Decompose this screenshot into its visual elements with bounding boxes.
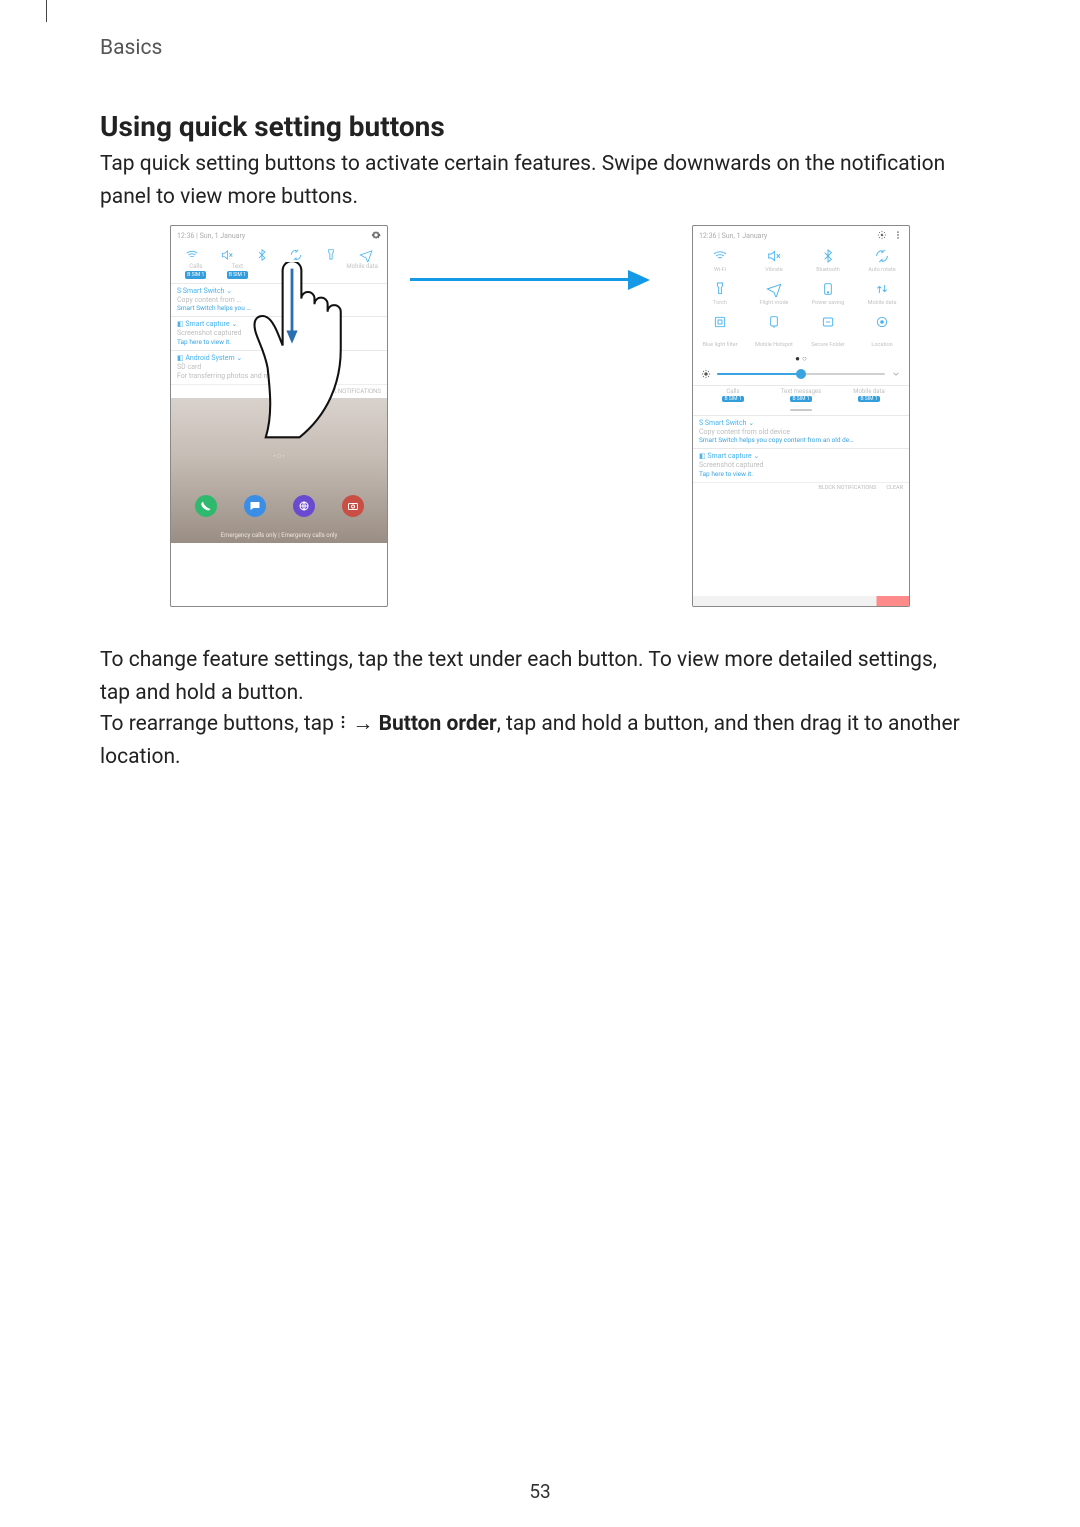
notification-smart-capture[interactable]: ◧ Smart capture ⌄ Screenshot captured Ta… [171, 317, 387, 350]
wifi-icon[interactable] [185, 248, 199, 262]
power-saving-toggle-icon[interactable] [820, 291, 836, 299]
heading-using-quick-settings: Using quick setting buttons [100, 110, 445, 143]
bluetooth-icon[interactable] [255, 248, 269, 262]
block-notifications-link[interactable]: BLOCK NOTIFICATIONS [818, 485, 876, 491]
paragraph-intro: Tap quick setting buttons to activate ce… [100, 148, 970, 213]
mobile-data-toggle-icon[interactable] [874, 291, 890, 299]
more-options-icon[interactable] [893, 230, 903, 242]
sound-mute-icon[interactable] [220, 248, 234, 262]
notification-smart-capture[interactable]: ◧ Smart capture ⌄ Screenshot captured Ta… [693, 449, 909, 482]
settings-gear-icon[interactable] [877, 230, 887, 242]
sim-panel-handle[interactable] [693, 405, 909, 415]
flight-mode-toggle-icon[interactable] [766, 291, 782, 299]
bluetooth-toggle-icon[interactable] [820, 258, 836, 266]
emergency-calls-label: Emergency calls only | Emergency calls o… [171, 532, 387, 539]
phone-app-icon[interactable] [195, 495, 217, 517]
paragraph-change-feature: To change feature settings, tap the text… [100, 644, 970, 709]
section-label: Basics [100, 36, 162, 60]
statusbar-time: 12:36 | Sun, 1 January [177, 232, 371, 240]
u-disk-toggle-icon[interactable] [766, 324, 782, 332]
sim-data-label: Mobile data [341, 264, 383, 279]
swipe-result-arrow-icon [410, 273, 650, 287]
clear-notifications-link[interactable]: CLEAR [886, 485, 903, 491]
torch-icon[interactable] [324, 248, 338, 262]
sim-texts-label: TextB SIM 1 [217, 264, 259, 279]
messages-app-icon[interactable] [244, 495, 266, 517]
wifi-toggle-icon[interactable] [712, 258, 728, 266]
torch-toggle-icon[interactable] [712, 291, 728, 299]
vibrate-toggle-icon[interactable] [766, 258, 782, 266]
statusbar-time: 12:36 | Sun, 1 January [699, 232, 877, 240]
more-options-icon [339, 708, 347, 741]
auto-rotate-toggle-icon[interactable] [874, 258, 890, 266]
notification-android-system[interactable]: ◧ Android System ⌄ SD card For transferr… [171, 351, 387, 384]
scroll-indicator [693, 596, 909, 606]
phone-mock-notification-panel: 12:36 | Sun, 1 January CallsB SIM 1 Text… [170, 225, 388, 607]
paragraph-rearrange: To rearrange buttons, tap → Button order… [100, 708, 970, 773]
page-border-stub [46, 0, 47, 22]
notification-smart-switch[interactable]: S Smart Switch ⌄ Copy content from … Sma… [171, 284, 387, 317]
flight-mode-icon[interactable] [359, 248, 373, 262]
camera-app-icon[interactable] [342, 495, 364, 517]
auto-rotate-icon[interactable] [289, 248, 303, 262]
browser-app-icon[interactable] [293, 495, 315, 517]
performance-mode-toggle-icon[interactable] [712, 324, 728, 332]
do-not-disturb-toggle-icon[interactable] [820, 324, 836, 332]
figure-quick-settings-swipe: 12:36 | Sun, 1 January CallsB SIM 1 Text… [170, 225, 910, 620]
page-indicator: ● ○ [693, 352, 909, 365]
sim-calls-label: CallsB SIM 1 [175, 264, 217, 279]
location-toggle-icon[interactable] [874, 324, 890, 332]
block-notifications-link[interactable]: BLOCK NOTIFICATIONS [171, 384, 387, 398]
settings-gear-icon[interactable] [371, 230, 381, 242]
notification-smart-switch[interactable]: S Smart Switch ⌄ Copy content from old d… [693, 416, 909, 449]
home-screen-under-panel: • □ • Emergency calls only | Emergency c… [171, 398, 387, 543]
page-number: 53 [0, 1480, 1080, 1503]
brightness-slider[interactable] [693, 365, 909, 385]
phone-mock-quick-settings-expanded: 12:36 | Sun, 1 January Wi-Fi Vibrate Blu… [692, 225, 910, 607]
